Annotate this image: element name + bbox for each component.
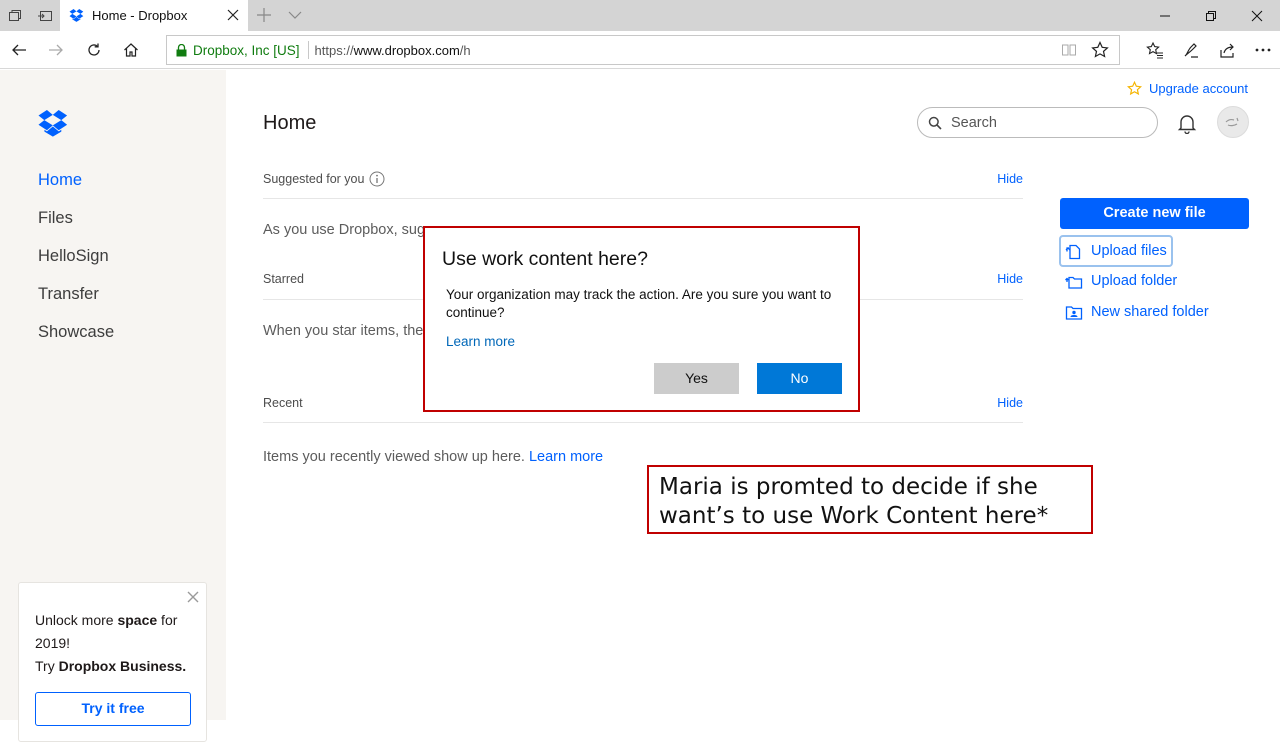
upload-files-button[interactable]: Upload files bbox=[1059, 235, 1173, 267]
sidebar-item-home[interactable]: Home bbox=[38, 171, 82, 190]
sidebar-item-transfer[interactable]: Transfer bbox=[38, 285, 99, 304]
section-divider bbox=[263, 198, 1023, 199]
suggested-body-text: As you use Dropbox, sugg bbox=[263, 222, 434, 238]
url-domain: www.dropbox.com bbox=[353, 42, 460, 58]
favorite-star-icon[interactable] bbox=[1091, 41, 1109, 59]
search-box[interactable] bbox=[917, 107, 1158, 138]
section-divider bbox=[263, 422, 1023, 423]
try-it-free-button[interactable]: Try it free bbox=[35, 692, 191, 726]
recent-hide-link[interactable]: Hide bbox=[997, 396, 1023, 410]
starred-label: Starred bbox=[263, 272, 304, 286]
sidebar-item-files[interactable]: Files bbox=[38, 209, 73, 228]
notification-bell-icon[interactable] bbox=[1176, 112, 1198, 134]
set-aside-tabs-icon[interactable] bbox=[30, 0, 60, 31]
url-prefix: https:// bbox=[314, 42, 354, 58]
lock-icon bbox=[176, 43, 187, 57]
new-shared-folder-button[interactable]: New shared folder bbox=[1065, 303, 1209, 321]
suggested-hide-link[interactable]: Hide bbox=[997, 172, 1023, 186]
upload-files-label: Upload files bbox=[1091, 243, 1167, 259]
upload-file-icon bbox=[1065, 242, 1083, 260]
new-shared-folder-label: New shared folder bbox=[1091, 304, 1209, 320]
minimize-icon[interactable] bbox=[1142, 0, 1188, 31]
annotation-callout: Maria is promted to decide if she want’s… bbox=[647, 465, 1093, 534]
address-bar[interactable]: Dropbox, Inc [US] https://www.dropbox.co… bbox=[166, 35, 1120, 65]
recent-body: Items you recently viewed show up here. … bbox=[263, 449, 603, 465]
upgrade-account-link[interactable]: Upgrade account bbox=[1127, 81, 1248, 96]
shared-folder-icon bbox=[1065, 303, 1083, 321]
starred-body-text: When you star items, they bbox=[263, 323, 431, 339]
star-outline-icon bbox=[1127, 81, 1142, 96]
tab-title: Home - Dropbox bbox=[92, 8, 188, 23]
suggested-label: Suggested for you bbox=[263, 172, 365, 186]
upload-folder-icon bbox=[1065, 272, 1083, 290]
close-window-icon[interactable] bbox=[1234, 0, 1280, 31]
upload-folder-button[interactable]: Upload folder bbox=[1065, 272, 1177, 290]
url-separator bbox=[307, 41, 309, 59]
site-identity[interactable]: Dropbox, Inc [US] bbox=[193, 43, 300, 58]
new-tab-icon[interactable] bbox=[256, 7, 272, 23]
browser-nav-bar: Dropbox, Inc [US] https://www.dropbox.co… bbox=[0, 31, 1280, 69]
yes-button[interactable]: Yes bbox=[654, 363, 739, 394]
upgrade-promo-card: Unlock more space for 2019! Try Dropbox … bbox=[18, 582, 207, 742]
sidebar-item-showcase[interactable]: Showcase bbox=[38, 323, 114, 342]
tab-preview-icon[interactable] bbox=[0, 0, 30, 31]
promo-text: Unlock more space for 2019! Try Dropbox … bbox=[35, 609, 195, 678]
home-icon[interactable] bbox=[113, 31, 149, 69]
share-icon[interactable] bbox=[1210, 31, 1246, 69]
recent-learn-more-link[interactable]: Learn more bbox=[529, 449, 603, 465]
sidebar: Home Files HelloSign Transfer Showcase U… bbox=[0, 70, 226, 742]
restore-icon[interactable] bbox=[1188, 0, 1234, 31]
close-icon[interactable] bbox=[187, 591, 199, 603]
page-title: Home bbox=[263, 112, 317, 134]
url-text[interactable]: https://www.dropbox.com/h bbox=[315, 43, 471, 58]
browser-tab-bar: Home - Dropbox bbox=[0, 0, 1280, 31]
dialog-message: Your organization may track the action. … bbox=[446, 287, 832, 320]
avatar[interactable] bbox=[1217, 106, 1249, 138]
recent-label: Recent bbox=[263, 396, 303, 410]
upgrade-account-label: Upgrade account bbox=[1149, 81, 1249, 96]
recent-body-text: Items you recently viewed show up here. bbox=[263, 449, 529, 465]
forward-arrow-icon[interactable] bbox=[38, 31, 74, 69]
search-icon bbox=[928, 116, 942, 130]
sidebar-item-hellosign[interactable]: HelloSign bbox=[38, 247, 109, 266]
promo-line2-pre: Try bbox=[35, 658, 59, 674]
favorites-hub-icon[interactable] bbox=[1137, 31, 1173, 69]
web-note-pen-icon[interactable] bbox=[1173, 31, 1209, 69]
more-options-icon[interactable] bbox=[1245, 31, 1280, 69]
promo-line2-bold: Dropbox Business. bbox=[58, 658, 187, 674]
back-arrow-icon[interactable] bbox=[1, 31, 37, 69]
suggested-section-header: Suggested for you Hide bbox=[263, 171, 1023, 192]
search-input[interactable] bbox=[951, 114, 1141, 131]
promo-line1-pre: Unlock more bbox=[35, 612, 118, 628]
reading-view-icon[interactable] bbox=[1061, 42, 1077, 58]
upload-folder-label: Upload folder bbox=[1091, 273, 1178, 289]
create-new-file-button[interactable]: Create new file bbox=[1060, 198, 1249, 229]
work-content-dialog: Use work content here? Your organization… bbox=[423, 226, 860, 412]
info-icon[interactable] bbox=[369, 171, 385, 187]
dialog-title: Use work content here? bbox=[442, 248, 648, 270]
browser-tab-active[interactable]: Home - Dropbox bbox=[60, 0, 248, 31]
refresh-icon[interactable] bbox=[76, 31, 112, 69]
url-path: /h bbox=[459, 42, 471, 58]
no-button[interactable]: No bbox=[757, 363, 842, 394]
chevron-down-icon[interactable] bbox=[287, 7, 303, 23]
starred-hide-link[interactable]: Hide bbox=[997, 272, 1023, 286]
dropbox-favicon bbox=[69, 9, 84, 22]
promo-line1-bold: space bbox=[117, 612, 158, 628]
dialog-learn-more-link[interactable]: Learn more bbox=[446, 334, 515, 349]
close-tab-icon[interactable] bbox=[226, 8, 240, 22]
dropbox-logo-icon[interactable] bbox=[38, 110, 68, 137]
